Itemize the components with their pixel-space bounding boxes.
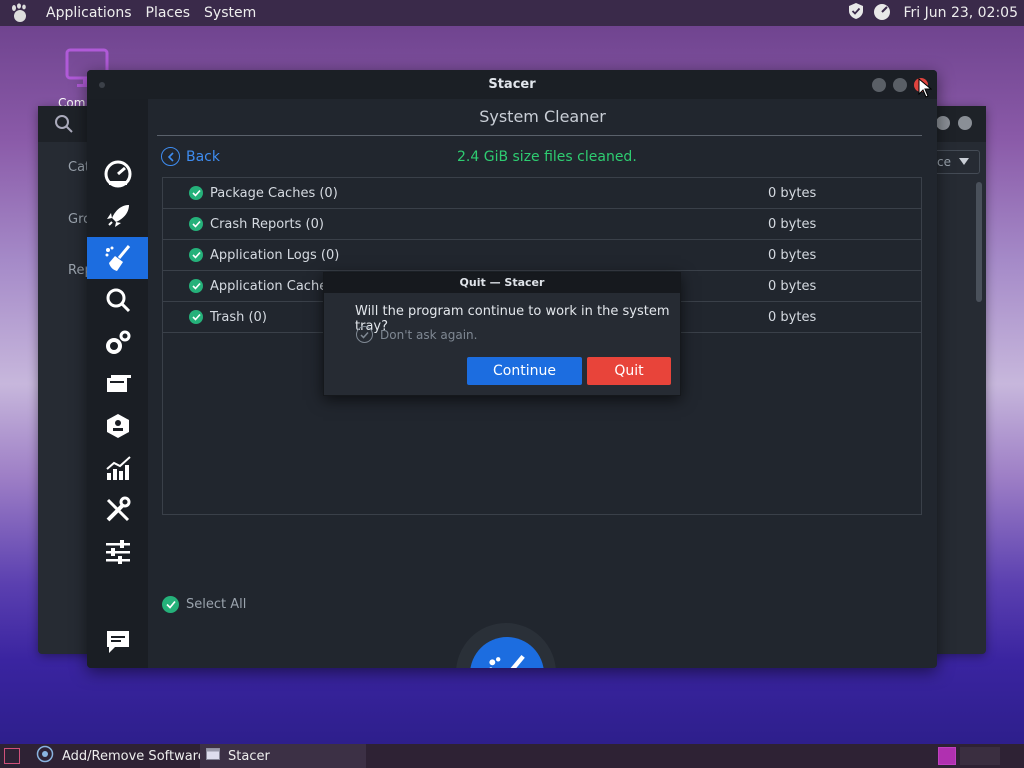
select-all-label: Select All	[186, 597, 247, 612]
window-icon	[206, 748, 220, 764]
taskbar: Add/Remove Software Stacer	[0, 744, 1024, 768]
check-icon	[356, 326, 373, 343]
check-icon	[162, 596, 179, 613]
sidebar-item-search[interactable]	[87, 279, 148, 321]
taskbar-item-add-remove-software[interactable]: Add/Remove Software	[36, 744, 206, 768]
resources-icon	[106, 414, 129, 438]
bg-minimize-button[interactable]	[936, 116, 950, 130]
title-divider	[157, 135, 922, 136]
bg-dropdown-value: ce	[937, 155, 951, 169]
software-icon	[36, 745, 54, 767]
check-icon	[189, 217, 203, 231]
back-label: Back	[186, 148, 220, 165]
taskbar-item-label: Stacer	[228, 748, 270, 764]
services-gears-icon	[105, 330, 130, 354]
check-icon	[189, 186, 203, 200]
dialog-title[interactable]: Quit — Stacer	[324, 273, 680, 293]
startup-rocket-icon	[106, 205, 129, 227]
shield-icon[interactable]	[847, 2, 865, 24]
taskbar-item-stacer[interactable]: Stacer	[200, 744, 366, 768]
item-size: 0 bytes	[768, 278, 817, 294]
continue-button[interactable]: Continue	[467, 357, 582, 385]
clock[interactable]: Fri Jun 23, 02:05	[903, 5, 1018, 21]
menu-places[interactable]: Places	[146, 5, 191, 21]
sidebar-item-dashboard[interactable]	[87, 153, 148, 195]
menu-system[interactable]: System	[204, 5, 256, 21]
item-size: 0 bytes	[768, 185, 817, 201]
select-all-checkbox[interactable]: Select All	[162, 596, 246, 613]
minimize-button[interactable]	[872, 78, 886, 92]
workspace-2[interactable]	[960, 747, 1000, 765]
check-icon	[189, 248, 203, 262]
top-panel-tray: Fri Jun 23, 02:05	[847, 0, 1018, 26]
feedback-icon	[106, 631, 129, 653]
item-name: Application Logs (0)	[210, 247, 340, 263]
stacer-tray-icon[interactable]	[871, 2, 893, 24]
quit-button[interactable]: Quit	[587, 357, 671, 385]
check-icon	[189, 310, 203, 324]
sidebar-item-settings[interactable]	[87, 531, 148, 573]
show-desktop-button[interactable]	[4, 748, 20, 764]
chevron-down-icon	[958, 155, 969, 169]
cleaner-broom-icon	[105, 245, 130, 271]
list-item[interactable]: Package Caches (0) 0 bytes	[163, 178, 921, 209]
chart-icon	[105, 456, 131, 480]
check-icon	[189, 279, 203, 293]
maximize-button[interactable]	[893, 78, 907, 92]
top-panel: Applications Places System Fri Jun 23, 0…	[0, 0, 1024, 26]
list-item[interactable]: Application Logs (0) 0 bytes	[163, 240, 921, 271]
window-menu-dot[interactable]	[99, 82, 105, 88]
gnome-foot-icon[interactable]	[8, 2, 32, 24]
mouse-cursor-icon	[918, 77, 933, 102]
dont-ask-checkbox[interactable]: Don't ask again.	[356, 326, 477, 343]
workspace-1[interactable]	[938, 747, 956, 765]
bg-scrollbar[interactable]	[976, 182, 982, 302]
item-name: Crash Reports (0)	[210, 216, 324, 232]
item-size: 0 bytes	[768, 247, 817, 263]
tools-icon	[106, 496, 130, 522]
bg-close-button[interactable]	[958, 116, 972, 130]
sidebar-item-helpers[interactable]	[87, 489, 148, 531]
chevron-left-icon	[161, 147, 180, 166]
item-name: Trash (0)	[210, 309, 267, 325]
uninstaller-icon	[106, 375, 131, 392]
quit-dialog: Quit — Stacer Will the program continue …	[323, 272, 681, 396]
search-icon[interactable]	[54, 114, 74, 138]
cleaned-status: 2.4 GiB size files cleaned.	[457, 149, 637, 165]
bg-dropdown[interactable]: ce	[934, 150, 980, 174]
window-titlebar[interactable]: Stacer	[87, 70, 937, 99]
sidebar-item-processes[interactable]	[87, 363, 148, 405]
list-item[interactable]: Crash Reports (0) 0 bytes	[163, 209, 921, 240]
item-size: 0 bytes	[768, 216, 817, 232]
item-size: 0 bytes	[768, 309, 817, 325]
sidebar-item-startup[interactable]	[87, 195, 148, 237]
sidebar-item-resources[interactable]	[87, 447, 148, 489]
dont-ask-label: Don't ask again.	[380, 327, 478, 342]
sidebar-item-cleaner[interactable]	[87, 237, 148, 279]
top-menu: Applications Places System	[0, 2, 270, 24]
window-title: Stacer	[488, 77, 536, 92]
cleaner-broom-icon	[489, 654, 525, 668]
item-name: Application Caches	[210, 278, 334, 294]
sidebar-item-services[interactable]	[87, 321, 148, 363]
page-title: System Cleaner	[479, 107, 606, 126]
search-icon	[106, 288, 130, 313]
sidebar	[87, 99, 148, 668]
sidebar-item-uninstaller[interactable]	[87, 405, 148, 447]
menu-applications[interactable]: Applications	[46, 5, 132, 21]
sidebar-item-feedback[interactable]	[87, 621, 148, 663]
dashboard-icon	[104, 160, 131, 188]
taskbar-item-label: Add/Remove Software	[62, 748, 206, 764]
settings-sliders-icon	[105, 540, 130, 564]
back-button[interactable]: Back	[161, 147, 220, 166]
item-name: Package Caches (0)	[210, 185, 338, 201]
